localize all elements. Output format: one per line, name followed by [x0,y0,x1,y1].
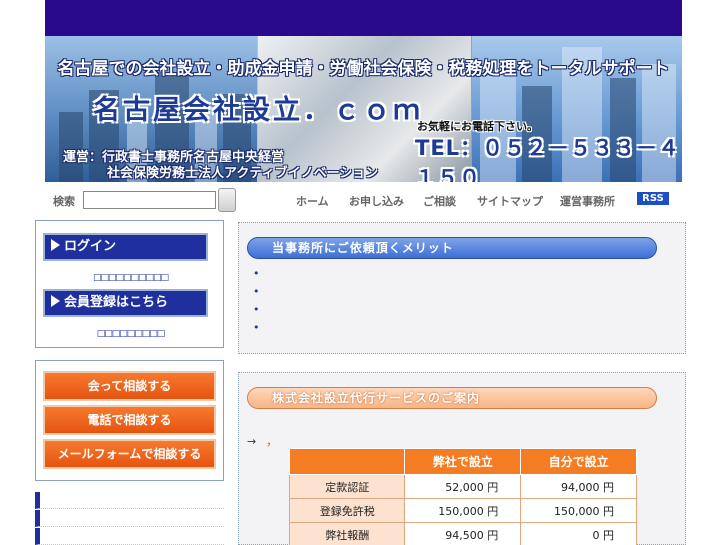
rss-badge[interactable]: RSS [637,192,669,205]
side-menu [35,492,224,545]
login-label: ログイン [64,239,117,254]
table-header [288,448,406,475]
table-cell: 0 円 [520,522,637,545]
register-label: 会員登録はこちら [64,295,169,310]
table-cell: 94,500 円 [404,522,522,545]
register-button[interactable]: 会員登録はこちら [43,289,208,317]
nav-bar: 検索 ホーム お申し込み ご相談 サイトマップ 運営事務所 RSS [45,184,682,216]
table-row: 弊社報酬 94,500 円 0 円 [288,522,637,545]
table-header-row: 弊社で設立 自分で設立 [288,448,637,475]
list-item [253,285,265,303]
merit-heading: 当事務所にご依頼頂くメリット [247,237,657,259]
member-box: ログイン □□□□□□□□□□ 会員登録はこちら □□□□□□□□□ [35,220,224,348]
table-header: 自分で設立 [520,448,637,475]
nav-link-home[interactable]: ホーム [296,193,329,209]
search-input[interactable] [83,191,216,209]
list-item [253,321,265,339]
top-bar [45,0,682,36]
phone-number: TEL：０５２－５３３－４１５０ [415,136,681,182]
merit-panel: 当事務所にご依頼頂くメリット [238,222,686,354]
triangle-right-icon [51,295,60,307]
arrow-line: →， [247,433,277,449]
table-row: 定款認証 52,000 円 94,000 円 [288,474,637,499]
header-banner[interactable]: 名古屋での会社設立・助成金申請・労働社会保険・税務処理をトータルサポート 名古屋… [45,36,682,182]
table-cell: 150,000 円 [404,498,522,523]
service-panel: 株式会社設立代行サービスのご案内 →， 弊社で設立 自分で設立 定款認証 52,… [238,372,686,545]
table-cell: 登録免許税 [288,498,406,523]
table-cell: 52,000 円 [404,474,522,499]
arrow-text: → [247,435,257,448]
table-cell: 定款認証 [288,474,406,499]
list-item [253,303,265,321]
nav-link-sitemap[interactable]: サイトマップ [477,193,543,209]
login-sub-link[interactable]: □□□□□□□□□□ [36,273,225,283]
nav-link-office[interactable]: 運営事務所 [560,193,615,209]
comma-mark: ， [266,435,278,448]
price-table: 弊社で設立 自分で設立 定款認証 52,000 円 94,000 円 登録免許税… [288,448,637,545]
side-menu-item[interactable] [35,528,224,545]
table-row: 登録免許税 150,000 円 150,000 円 [288,498,637,523]
side-menu-item[interactable] [35,492,224,509]
consult-phone-button[interactable]: 電話で相談する [43,405,216,435]
nav-link-consult[interactable]: ご相談 [423,193,456,209]
page: 名古屋での会社設立・助成金申請・労働社会保険・税務処理をトータルサポート 名古屋… [0,0,727,545]
operator-line-2: 社会保険労務士法人アクティブイノベーション [107,166,379,181]
register-sub-link[interactable]: □□□□□□□□□ [36,329,225,339]
login-button[interactable]: ログイン [43,233,208,261]
list-item [253,267,265,285]
consult-in-person-button[interactable]: 会って相談する [43,371,216,401]
table-cell: 弊社報酬 [288,522,406,545]
site-title: 名古屋会社設立．ｃｏｍ [93,95,423,126]
table-cell: 94,000 円 [520,474,637,499]
table-header: 弊社で設立 [404,448,522,475]
side-menu-item[interactable] [35,510,224,527]
search-button[interactable] [218,188,236,212]
triangle-right-icon [51,239,60,251]
nav-link-apply[interactable]: お申し込み [349,193,404,209]
service-heading: 株式会社設立代行サービスのご案内 [247,387,657,409]
table-cell: 150,000 円 [520,498,637,523]
consult-box: 会って相談する 電話で相談する メールフォームで相談する [35,360,224,481]
merit-list [253,267,265,339]
banner-tagline: 名古屋での会社設立・助成金申請・労働社会保険・税務処理をトータルサポート [57,59,670,79]
search-label: 検索 [53,195,75,208]
consult-mail-button[interactable]: メールフォームで相談する [43,439,216,469]
